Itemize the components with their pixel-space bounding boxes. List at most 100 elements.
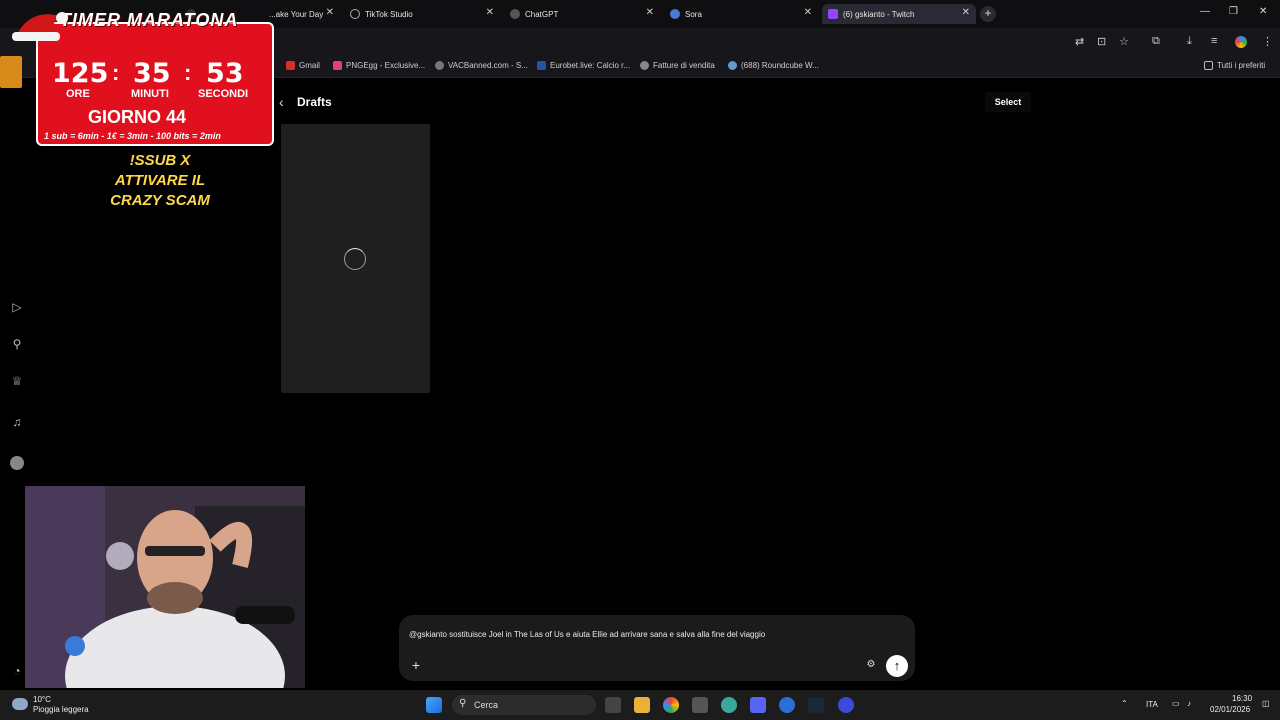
app-arc-icon[interactable] (838, 697, 854, 713)
bookmark-vacbanned[interactable]: VACBanned.com - S... (435, 61, 528, 70)
close-icon[interactable]: ✕ (646, 7, 654, 18)
install-app-icon[interactable]: ⊡ (1097, 35, 1106, 48)
sidebar-bell-icon[interactable]: ♫ (10, 415, 24, 429)
app-cat-icon[interactable] (692, 697, 708, 713)
timer-seconds: 53 (206, 58, 244, 89)
sidebar-trophy-icon[interactable]: ♕ (10, 374, 24, 388)
language-indicator[interactable]: ITA (1146, 700, 1158, 709)
weather-icon (12, 698, 28, 710)
close-icon[interactable]: ✕ (486, 7, 494, 18)
sidebar-clock-icon[interactable]: ◔ (10, 664, 24, 678)
webcam-feed (25, 486, 305, 688)
bookmark-label: PNGEgg - Exclusive... (346, 61, 426, 70)
folder-icon (1204, 61, 1213, 70)
network-icon[interactable]: ▭ (1172, 699, 1180, 708)
bookmark-pngegg[interactable]: PNGEgg - Exclusive... (333, 61, 425, 70)
steam-icon[interactable] (808, 697, 824, 713)
twitch-icon (828, 9, 838, 19)
webcam-image (25, 486, 305, 688)
sidebar-search-icon[interactable]: ⚲ (10, 337, 24, 351)
timer-rates: 1 sub = 6min - 1€ = 3min - 100 bits = 2m… (44, 131, 221, 141)
close-icon[interactable]: ✕ (326, 7, 334, 18)
draft-card[interactable] (281, 124, 430, 393)
select-button[interactable]: Select (985, 92, 1031, 112)
sidebar-avatar-icon[interactable] (10, 456, 24, 470)
prompt-input[interactable]: @gskianto sostituisce Joel in The Las of… (409, 630, 765, 639)
translate-icon[interactable]: ⇄ (1075, 35, 1084, 48)
loading-spinner-icon (344, 248, 366, 270)
chatgpt-icon (510, 9, 520, 19)
bookmark-star-icon[interactable]: ☆ (1119, 35, 1129, 48)
close-window-icon[interactable]: ✕ (1259, 6, 1267, 17)
task-view-icon[interactable] (605, 697, 621, 713)
timer-separator: : (112, 60, 120, 85)
bookmark-gmail[interactable]: Gmail (286, 61, 320, 70)
bookmark-label: Gmail (299, 61, 320, 70)
tiktok-icon (350, 9, 360, 19)
tab-sora[interactable]: Sora ✕ (664, 4, 818, 24)
settings-sliders-icon[interactable]: ⚙ (864, 658, 878, 672)
prompt-composer[interactable]: @gskianto sostituisce Joel in The Las of… (399, 615, 915, 681)
timer-minutes: 35 (133, 58, 171, 89)
bookmark-label: (688) Roundcube W... (741, 61, 819, 70)
bookmark-eurobet[interactable]: Eurobet.live: Calcio r... (537, 61, 630, 70)
app-blue-icon[interactable] (779, 697, 795, 713)
sidebar-play-icon[interactable]: ▷ (10, 300, 24, 314)
download-icon[interactable]: ⤓ (1187, 35, 1192, 48)
globe-icon (640, 61, 649, 70)
reading-list-icon[interactable]: ≡ (1211, 35, 1217, 47)
send-button[interactable]: ↑ (886, 655, 908, 677)
gmail-icon (286, 61, 295, 70)
clock-date[interactable]: 02/01/2026 (1210, 705, 1250, 714)
eurobet-icon (537, 61, 546, 70)
maximize-icon[interactable]: ❐ (1229, 6, 1238, 17)
tab-title: ...ake Your Day (269, 9, 324, 19)
windows-start-icon[interactable] (426, 697, 442, 713)
santa-hat-icon (12, 12, 68, 41)
extensions-icon[interactable]: ⧉ (1152, 35, 1160, 48)
tab-twitch[interactable]: (6) gskianto - Twitch ✕ (822, 4, 976, 24)
promo-line-2: ATTIVARE IL (114, 172, 206, 189)
volume-icon[interactable]: ♪ (1187, 699, 1191, 708)
bookmark-label: Tutti i preferiti (1217, 61, 1266, 70)
close-icon[interactable]: ✕ (962, 7, 970, 18)
menu-kebab-icon[interactable]: ⋮ (1262, 35, 1273, 48)
roundcube-icon (728, 61, 737, 70)
all-bookmarks-folder[interactable]: Tutti i preferiti (1204, 61, 1265, 70)
tab-title: TikTok Studio (365, 9, 413, 19)
discord-icon[interactable] (750, 697, 766, 713)
promo-line-3: CRAZY SCAM (110, 192, 210, 209)
timer-day-label: GIORNO 44 (88, 107, 187, 127)
minimize-icon[interactable]: — (1200, 6, 1210, 17)
bookmark-label: Fatture di vendita (653, 61, 715, 70)
bookmark-roundcube[interactable]: (688) Roundcube W... (728, 61, 819, 70)
add-attachment-button[interactable]: + (409, 658, 423, 672)
bookmark-fatture[interactable]: Fatture di vendita (640, 61, 715, 70)
back-chevron-icon[interactable]: ‹ (279, 94, 284, 110)
tab-title: (6) gskianto - Twitch (843, 9, 915, 19)
bookmark-label: VACBanned.com - S... (448, 61, 528, 70)
timer-seconds-label: SECONDI (198, 88, 249, 100)
pngegg-icon (333, 61, 342, 70)
timer-minutes-label: MINUTI (131, 88, 169, 100)
timer-title: TIMER MARATONA (60, 10, 239, 30)
vacbanned-icon (435, 61, 444, 70)
taskbar-search[interactable]: ⚲ Cerca (452, 695, 596, 715)
clock-time[interactable]: 16:30 (1232, 694, 1252, 703)
new-tab-button[interactable]: + (980, 6, 996, 22)
chrome-icon[interactable] (663, 697, 679, 713)
tab-title: Sora (685, 9, 702, 19)
bookmark-label: Eurobet.live: Calcio r... (550, 61, 631, 70)
timer-hours: 125 (52, 58, 109, 89)
file-explorer-icon[interactable] (634, 697, 650, 713)
tab-tiktok-studio[interactable]: TikTok Studio ✕ (344, 4, 500, 24)
notifications-icon[interactable]: ◫ (1262, 699, 1270, 708)
tab-chatgpt[interactable]: ChatGPT ✕ (504, 4, 660, 24)
timer-separator: : (184, 60, 192, 85)
tray-chevron-icon[interactable]: ⌃ (1121, 699, 1128, 708)
search-label: Cerca (474, 700, 499, 710)
screen: ...ake Your Day ✕ TikTok Studio ✕ ChatGP… (0, 0, 1280, 720)
close-icon[interactable]: ✕ (804, 7, 812, 18)
profile-avatar-icon[interactable] (1235, 36, 1247, 48)
chrome-alt-icon[interactable] (721, 697, 737, 713)
